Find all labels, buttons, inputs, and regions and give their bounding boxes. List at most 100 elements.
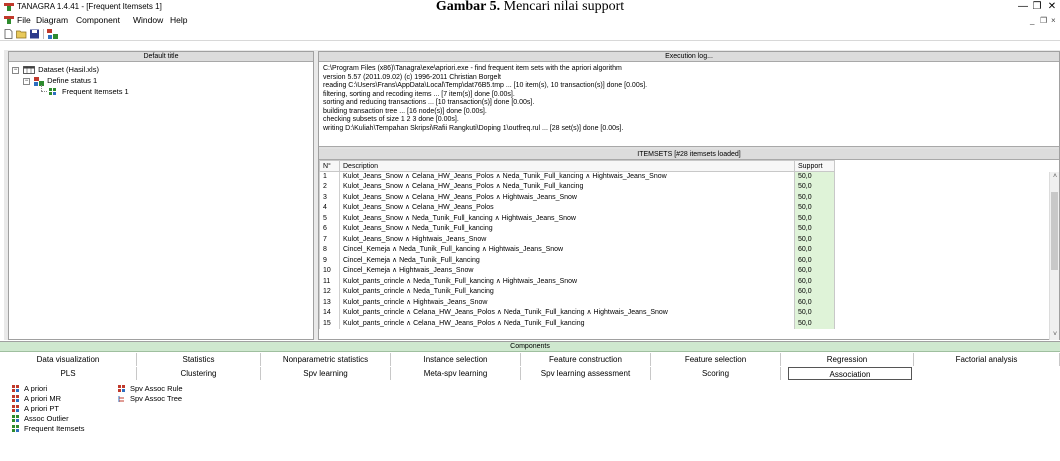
scroll-down-icon[interactable]: ˅: [1050, 330, 1059, 340]
table-row[interactable]: 5 Kulot_Jeans_Snow ∧ Neda_Tunik_Full_kanc…: [319, 213, 835, 224]
component-label: Frequent Itemsets: [24, 424, 85, 433]
tab-spv-learning[interactable]: Spv learning: [261, 367, 391, 380]
dataset-table-icon: [23, 66, 35, 74]
component-a-priori-mr[interactable]: A priori MR: [12, 394, 61, 403]
cell-description: Cincel_Kemeja ∧ Neda_Tunik_Full_kancing: [339, 255, 795, 266]
mdi-close-button[interactable]: ×: [1051, 15, 1056, 26]
component-spv-assoc-rule[interactable]: Spv Assoc Rule: [118, 384, 183, 393]
minimize-button[interactable]: —: [1016, 1, 1030, 13]
tanagra-app-icon: [4, 3, 14, 11]
table-row[interactable]: 3 Kulot_Jeans_Snow ∧ Celana_HW_Jeans_Polo…: [319, 192, 835, 203]
tab-scoring[interactable]: Scoring: [651, 367, 781, 380]
tab-clustering[interactable]: Clustering: [137, 367, 261, 380]
mdi-restore-button[interactable]: ❐: [1040, 15, 1047, 26]
component-label: A priori MR: [24, 394, 62, 403]
collapse-toggle-icon[interactable]: −: [23, 77, 30, 85]
frequent-itemsets-icon: [12, 425, 19, 433]
cell-description: Kulot_pants_crincle ∧ Neda_Tunik_Full_ka…: [339, 287, 795, 298]
component-spv-assoc-tree[interactable]: Spv Assoc Tree: [118, 394, 182, 403]
table-row[interactable]: 7 Kulot_Jeans_Snow ∧ Hightwais_Jeans_Snow…: [319, 234, 835, 245]
tree-node-dataset[interactable]: − Dataset (Hasil.xls): [12, 65, 99, 75]
diagram-icon[interactable]: [47, 29, 58, 39]
apriori-mr-icon: [12, 395, 19, 403]
log-line: filtering, sorting and recoding items ..…: [323, 90, 515, 98]
table-row[interactable]: 1 Kulot_Jeans_Snow ∧ Celana_HW_Jeans_Polo…: [319, 171, 835, 182]
vertical-scrollbar[interactable]: ˄ ˅: [1049, 172, 1059, 340]
table-row[interactable]: 10 Cincel_Kemeja ∧ Hightwais_Jeans_Snow 60…: [319, 266, 835, 277]
component-assoc-outlier[interactable]: Assoc Outlier: [12, 414, 69, 423]
itemsets-header: ITEMSETS [#28 itemsets loaded]: [319, 149, 1059, 160]
mdi-child-icon[interactable]: [4, 16, 14, 24]
table-row[interactable]: 6 Kulot_Jeans_Snow ∧ Neda_Tunik_Full_kanc…: [319, 224, 835, 235]
new-file-icon[interactable]: [3, 29, 14, 39]
component-label: A priori PT: [24, 404, 60, 413]
menu-component[interactable]: Component: [76, 15, 120, 26]
table-row[interactable]: 15 Kulot_pants_crincle ∧ Celana_HW_Jeans_…: [319, 318, 835, 329]
table-row[interactable]: 4 Kulot_Jeans_Snow ∧ Celana_HW_Jeans_Polo…: [319, 203, 835, 214]
tab-factorial-analysis[interactable]: Factorial analysis: [914, 353, 1060, 366]
diagram-tree-panel: Default title − Dataset (Hasil.xls) − De…: [8, 51, 314, 340]
title-bar: TANAGRA 1.4.41 - [Frequent Itemsets 1] —…: [0, 0, 1060, 14]
tree-node-define-status[interactable]: − Define status 1: [23, 76, 97, 86]
spv-assoc-tree-icon: [118, 396, 124, 403]
tab-data-visualization[interactable]: Data visualization: [0, 353, 137, 366]
table-row[interactable]: 14 Kulot_pants_crincle ∧ Celana_HW_Jeans_…: [319, 308, 835, 319]
column-header-support[interactable]: Support: [794, 160, 835, 172]
table-row[interactable]: 9 Cincel_Kemeja ∧ Neda_Tunik_Full_kancing…: [319, 255, 835, 266]
mdi-minimize-button[interactable]: _: [1030, 15, 1034, 26]
apriori-icon: [12, 385, 19, 393]
tab-nonparametric-statistics[interactable]: Nonparametric statistics: [261, 353, 391, 366]
cell-support: 50,0: [794, 192, 835, 203]
tab-pls[interactable]: PLS: [0, 367, 137, 380]
table-row[interactable]: 11 Kulot_pants_crincle ∧ Neda_Tunik_Full_…: [319, 276, 835, 287]
log-line: C:\Program Files (x86)\Tanagra\exe\aprio…: [323, 65, 622, 72]
tab-regression[interactable]: Regression: [781, 353, 914, 366]
log-line: sorting and reducing transactions ... [1…: [323, 99, 535, 106]
component-frequent-itemsets[interactable]: Frequent Itemsets: [12, 424, 84, 433]
component-tabs-row-1: Data visualization Statistics Nonparamet…: [0, 353, 1060, 366]
mdi-workspace: Default title − Dataset (Hasil.xls) − De…: [4, 50, 1060, 340]
tab-feature-construction[interactable]: Feature construction: [521, 353, 651, 366]
menu-help[interactable]: Help: [170, 15, 187, 26]
tree-node-frequent-itemsets[interactable]: Frequent Itemsets 1: [49, 87, 129, 97]
restore-button[interactable]: ❐: [1030, 1, 1044, 13]
collapse-toggle-icon[interactable]: −: [12, 66, 19, 74]
diagram-title-header: Default title: [9, 52, 313, 62]
cell-support: 60,0: [794, 287, 835, 298]
cell-number: 7: [319, 234, 340, 245]
menu-window[interactable]: Window: [133, 15, 163, 26]
table-row[interactable]: 13 Kulot_pants_crincle ∧ Hightwais_Jeans_…: [319, 297, 835, 308]
component-a-priori-pt[interactable]: A priori PT: [12, 404, 59, 413]
menu-diagram[interactable]: Diagram: [36, 15, 68, 26]
component-a-priori[interactable]: A priori: [12, 384, 47, 393]
tab-association[interactable]: Association: [788, 367, 912, 380]
table-row[interactable]: 8 Cincel_Kemeja ∧ Neda_Tunik_Full_kancing…: [319, 245, 835, 256]
cell-number: 4: [319, 203, 340, 214]
cell-description: Kulot_Jeans_Snow ∧ Hightwais_Jeans_Snow: [339, 234, 795, 245]
column-header-description[interactable]: Description: [339, 160, 795, 172]
cell-support: 50,0: [794, 203, 835, 214]
cell-support: 60,0: [794, 266, 835, 277]
log-line: version 5.57 (2011.09.02) (c) 1996-2011 …: [323, 73, 501, 81]
close-button[interactable]: ✕: [1045, 1, 1059, 13]
table-row[interactable]: 2 Kulot_Jeans_Snow ∧ Celana_HW_Jeans_Polo…: [319, 182, 835, 193]
table-row[interactable]: 12 Kulot_pants_crincle ∧ Neda_Tunik_Full_…: [319, 287, 835, 298]
tab-spv-learning-assessment[interactable]: Spv learning assessment: [521, 367, 651, 380]
column-header-number[interactable]: N°: [319, 160, 340, 172]
open-folder-icon[interactable]: [16, 29, 27, 39]
tab-statistics[interactable]: Statistics: [137, 353, 261, 366]
tab-meta-spv-learning[interactable]: Meta-spv learning: [391, 367, 521, 380]
scroll-up-icon[interactable]: ˄: [1050, 172, 1059, 182]
itemsets-table: N° Description Support 1 Kulot_Jeans_Snow…: [319, 160, 835, 329]
tab-feature-selection[interactable]: Feature selection: [651, 353, 781, 366]
cell-number: 15: [319, 318, 340, 329]
scrollbar-thumb[interactable]: [1051, 192, 1058, 270]
menu-file[interactable]: File: [17, 15, 31, 26]
save-disk-icon[interactable]: [29, 29, 40, 39]
spv-assoc-rule-icon: [118, 385, 125, 393]
cell-support: 60,0: [794, 276, 835, 287]
log-line: checking subsets of size 1 2 3 done [0.0…: [323, 116, 459, 123]
cell-support: 60,0: [794, 245, 835, 256]
cell-support: 50,0: [794, 318, 835, 329]
tab-instance-selection[interactable]: Instance selection: [391, 353, 521, 366]
